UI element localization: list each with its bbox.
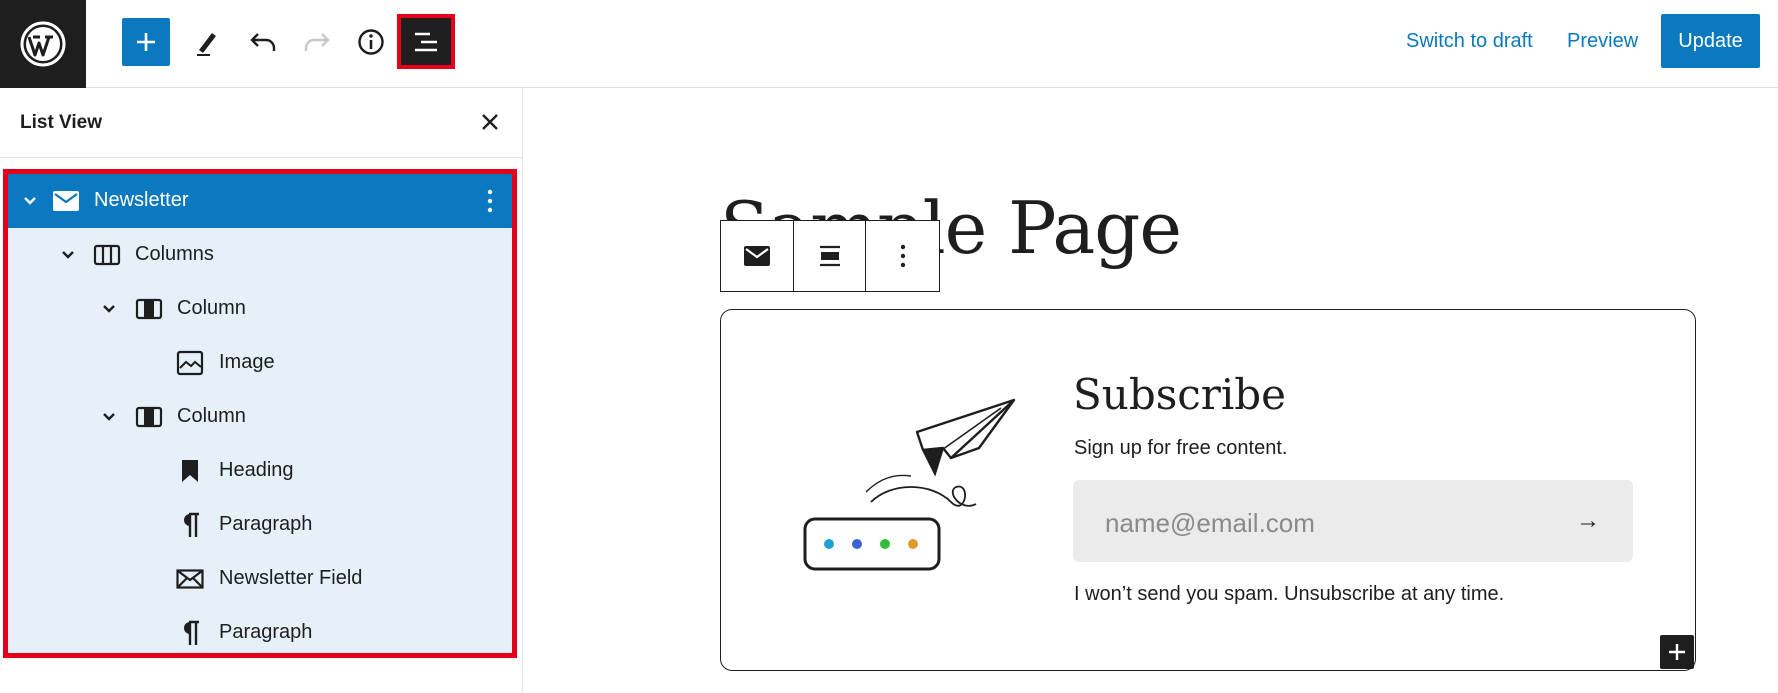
arrow-right-icon[interactable]: → [1568, 504, 1608, 538]
pencil-icon [197, 33, 216, 56]
switch-to-draft-link[interactable]: Switch to draft [1406, 30, 1533, 53]
list-item-label: Paragraph [219, 513, 313, 535]
update-button[interactable]: Update [1661, 14, 1760, 68]
list-item-label: Newsletter Field [219, 567, 363, 589]
list-item-label: Column [177, 405, 246, 427]
list-view-icon [415, 32, 437, 51]
subscribe-heading: Subscribe [1073, 370, 1287, 419]
editor-header: Switch to draft Preview Update [0, 0, 1778, 88]
columns-icon [93, 241, 121, 269]
plus-icon [137, 33, 155, 51]
block-inserter-button[interactable] [122, 18, 170, 66]
undo-button[interactable] [242, 18, 284, 66]
column-icon [135, 403, 163, 431]
list-item-image[interactable]: Image [8, 336, 512, 390]
pilcrow-icon [176, 511, 204, 539]
list-item-heading[interactable]: Heading [8, 444, 512, 498]
block-toolbar [720, 220, 940, 292]
envelope-icon [743, 246, 770, 266]
pilcrow-icon [176, 619, 204, 647]
email-field[interactable]: name@email.com → [1073, 480, 1633, 562]
newsletter-block[interactable]: Subscribe Sign up for free content. name… [720, 309, 1696, 671]
list-item-columns[interactable]: Columns [8, 228, 512, 282]
list-item-label: Newsletter [94, 189, 189, 211]
block-type-button[interactable] [721, 221, 794, 291]
list-item-newsletter-field[interactable]: Newsletter Field [8, 552, 512, 606]
list-item-column[interactable]: Column [8, 282, 512, 336]
subscribe-description: Sign up for free content. [1074, 437, 1288, 459]
chevron-down-icon[interactable] [20, 191, 40, 211]
close-icon [482, 114, 498, 130]
chevron-down-icon[interactable] [99, 407, 119, 427]
subscribe-disclaimer: I won’t send you spam. Unsubscribe at an… [1074, 583, 1505, 605]
info-icon [358, 29, 384, 55]
more-options-icon [900, 244, 905, 268]
wordpress-logo[interactable] [0, 0, 86, 88]
list-view-header: List View [0, 88, 522, 158]
list-item-label: Paragraph [219, 621, 313, 643]
redo-button[interactable] [296, 18, 338, 66]
list-item-label: Heading [219, 459, 294, 481]
bookmark-icon [176, 457, 204, 485]
list-item-label: Image [219, 351, 275, 373]
align-wide-icon [819, 245, 840, 267]
redo-icon [304, 33, 330, 51]
chevron-down-icon[interactable] [99, 299, 119, 319]
email-placeholder: name@email.com [1105, 508, 1315, 538]
list-item-paragraph[interactable]: Paragraph [8, 498, 512, 552]
more-options-icon[interactable] [480, 187, 500, 215]
image-icon [176, 349, 204, 377]
mail-field-icon [176, 565, 204, 593]
list-item-label: Column [177, 297, 246, 319]
list-item-column[interactable]: Column [8, 390, 512, 444]
envelope-icon [52, 187, 80, 215]
list-item-paragraph[interactable]: Paragraph [8, 606, 512, 660]
align-button[interactable] [794, 221, 867, 291]
preview-link[interactable]: Preview [1567, 30, 1638, 53]
column-icon [135, 295, 163, 323]
paper-plane-illustration [803, 398, 1016, 571]
block-tree: Newsletter Columns Column Image Column H… [3, 169, 517, 658]
details-button[interactable] [350, 18, 392, 66]
close-list-view-button[interactable] [474, 106, 506, 138]
undo-icon [250, 33, 276, 51]
tools-button[interactable] [186, 18, 228, 66]
block-options-button[interactable] [866, 221, 939, 291]
list-item-newsletter[interactable]: Newsletter [8, 174, 512, 228]
wordpress-icon [20, 21, 66, 67]
list-view-panel: List View Newsletter Columns Column Imag… [0, 88, 523, 693]
add-block-button[interactable] [1660, 635, 1694, 669]
plus-icon [1669, 644, 1685, 660]
list-view-button[interactable] [397, 14, 455, 69]
chevron-down-icon[interactable] [58, 245, 78, 265]
list-item-label: Columns [135, 243, 214, 265]
list-view-title: List View [20, 112, 103, 133]
